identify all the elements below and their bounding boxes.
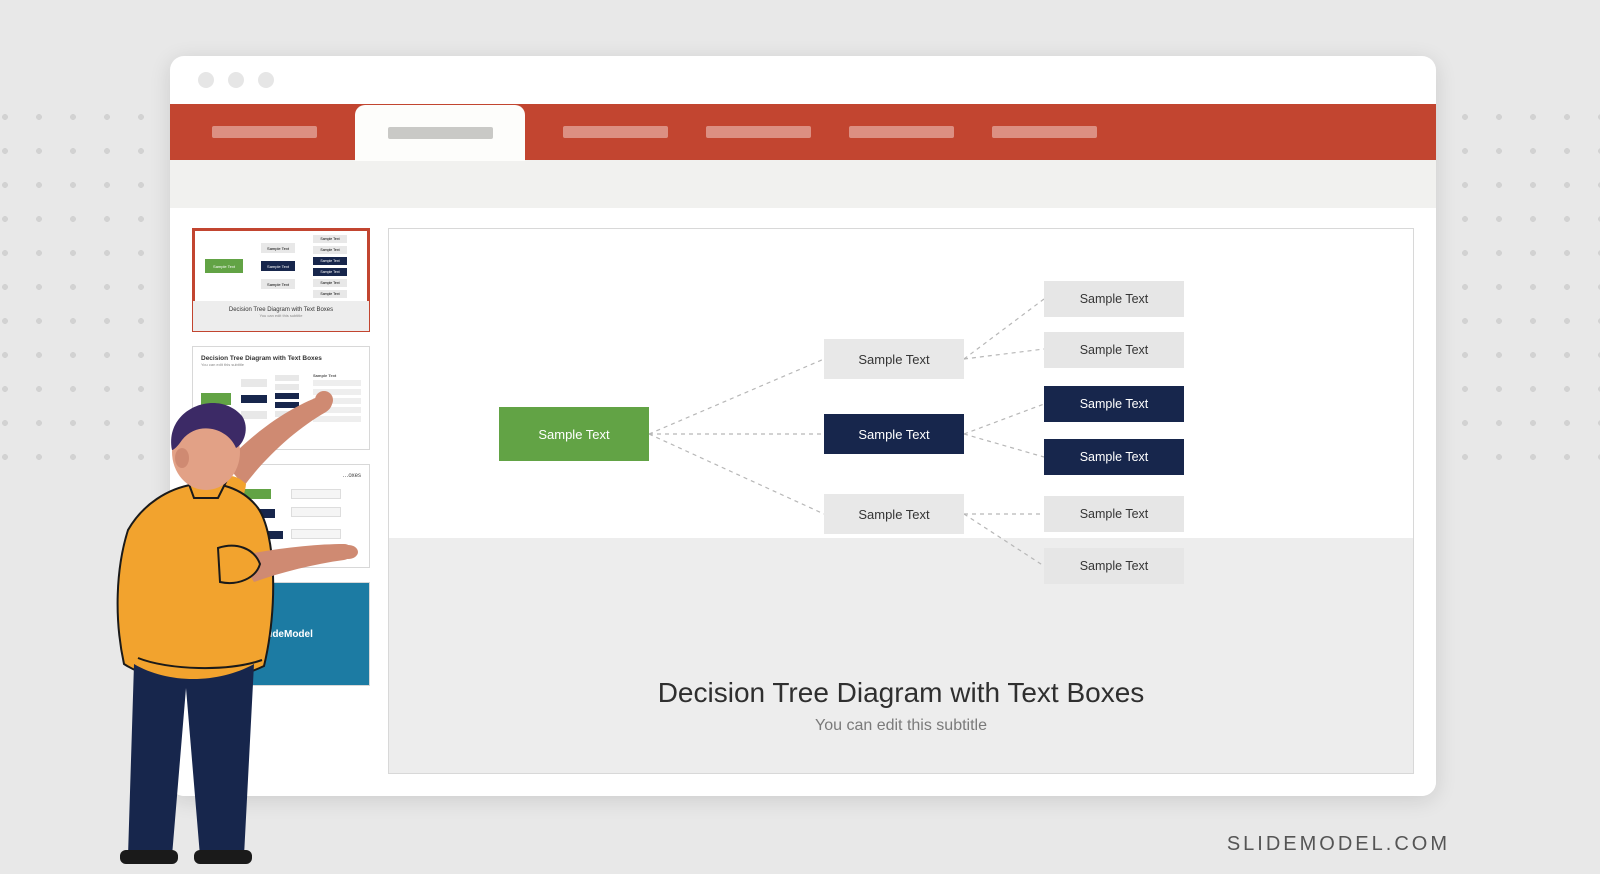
tab-placeholder: [992, 126, 1097, 138]
slide-title[interactable]: Decision Tree Diagram with Text Boxes: [389, 677, 1413, 709]
thumb-subtitle: You can edit this subtitle: [193, 313, 369, 318]
tree-leaf-node[interactable]: Sample Text: [1044, 386, 1184, 422]
ribbon-tabstrip: [170, 104, 1436, 160]
tree-leaf-node[interactable]: Sample Text: [1044, 496, 1184, 532]
tree-leaf-node[interactable]: Sample Text: [1044, 332, 1184, 368]
mini-node: Sample Text: [313, 268, 347, 276]
window-dot: [258, 72, 274, 88]
brand-watermark: SLIDEMODEL.COM: [1227, 833, 1450, 856]
tree-leaf-node[interactable]: Sample Text: [1044, 281, 1184, 317]
mini-node: Sample Text: [313, 290, 347, 298]
thumb-title: Decision Tree Diagram with Text Boxes: [193, 303, 369, 313]
ribbon-toolbar: [170, 160, 1436, 208]
mini-node: Sample Text: [261, 261, 295, 271]
slide-thumbnail-1[interactable]: Sample Text Sample Text Sample Text Samp…: [192, 228, 370, 332]
slide-subtitle[interactable]: You can edit this subtitle: [389, 717, 1413, 735]
mini-node: Sample Text: [313, 257, 347, 265]
ribbon-tab[interactable]: [706, 104, 811, 160]
tree-mid-node[interactable]: Sample Text: [824, 494, 964, 534]
window-dot: [228, 72, 244, 88]
tab-placeholder: [849, 126, 954, 138]
ribbon: [170, 104, 1436, 208]
tab-placeholder: [212, 126, 317, 138]
decision-tree-diagram: Sample Text Sample Text Sample Text Samp…: [429, 259, 1373, 599]
ribbon-tab[interactable]: [563, 104, 668, 160]
mini-node: Sample Text: [261, 243, 295, 253]
tab-placeholder: [563, 126, 668, 138]
window-dot: [198, 72, 214, 88]
mini-node: Sample Text: [313, 279, 347, 287]
tree-mid-node[interactable]: Sample Text: [824, 414, 964, 454]
tree-mid-node[interactable]: Sample Text: [824, 339, 964, 379]
mini-node: Sample Text: [313, 246, 347, 254]
tab-placeholder: [388, 127, 493, 139]
mini-node: Sample Text: [205, 259, 243, 273]
tab-placeholder: [706, 126, 811, 138]
presenter-illustration: [68, 358, 398, 868]
tree-leaf-node[interactable]: Sample Text: [1044, 439, 1184, 475]
mini-node: Sample Text: [261, 279, 295, 289]
tree-leaf-node[interactable]: Sample Text: [1044, 548, 1184, 584]
ribbon-tab[interactable]: [849, 104, 954, 160]
tree-root-node[interactable]: Sample Text: [499, 407, 649, 461]
mini-node: Sample Text: [313, 235, 347, 243]
ribbon-tab-active[interactable]: [355, 105, 525, 161]
slide-canvas[interactable]: Sample Text Sample Text Sample Text Samp…: [388, 228, 1414, 774]
window-chrome: [170, 56, 1436, 104]
ribbon-tab[interactable]: [212, 104, 317, 160]
ribbon-tab[interactable]: [992, 104, 1097, 160]
